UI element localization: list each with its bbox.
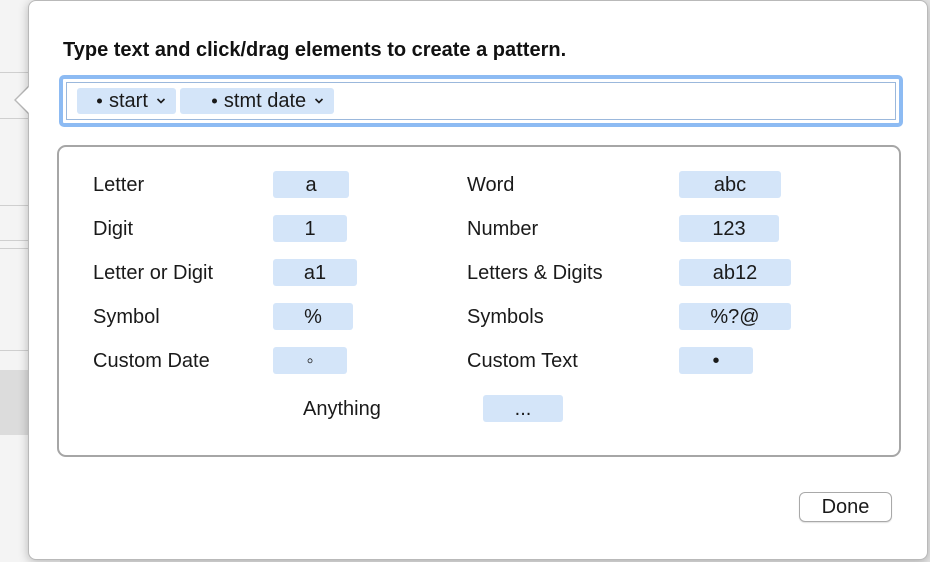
done-button[interactable]: Done: [799, 492, 892, 522]
pattern-token-start[interactable]: start: [77, 88, 176, 114]
pattern-popover: Type text and click/drag elements to cre…: [28, 0, 928, 560]
instruction-text: Type text and click/drag elements to cre…: [63, 39, 567, 61]
palette-label-number: Number: [467, 218, 539, 240]
pattern-element-palette: Letter a Digit 1 Letter or Digit a1 Symb…: [57, 145, 901, 457]
palette-label-word: Word: [467, 174, 515, 196]
palette-label-symbols: Symbols: [467, 306, 544, 328]
chevron-down-icon[interactable]: [156, 96, 166, 106]
bullet-icon: [211, 98, 217, 104]
palette-label-letters-and-digits: Letters & Digits: [467, 262, 603, 284]
pattern-field-content[interactable]: start stmt date: [66, 82, 896, 120]
chip-letter-or-digit[interactable]: a1: [273, 259, 357, 286]
palette-label-custom-text: Custom Text: [467, 350, 578, 372]
chip-symbol[interactable]: %: [273, 303, 353, 330]
token-label: stmt date: [223, 89, 307, 112]
palette-label-digit: Digit: [93, 218, 134, 240]
chip-digit[interactable]: 1: [273, 215, 347, 242]
chip-symbols[interactable]: %?@: [679, 303, 791, 330]
chip-letters-and-digits[interactable]: ab12: [679, 259, 791, 286]
palette-label-letter-or-digit: Letter or Digit: [93, 262, 214, 284]
chip-custom-text[interactable]: •: [679, 347, 753, 374]
token-label: start: [109, 89, 148, 112]
pattern-field[interactable]: start stmt date: [59, 75, 903, 127]
chip-number[interactable]: 123: [679, 215, 779, 242]
popover-arrow-fill: [16, 85, 31, 115]
chevron-down-icon[interactable]: [314, 96, 324, 106]
bullet-icon: [97, 98, 102, 104]
palette-label-symbol: Symbol: [93, 306, 160, 328]
palette-label-letter: Letter: [93, 174, 145, 196]
pattern-token-stmt-date[interactable]: stmt date: [179, 88, 335, 114]
chip-anything[interactable]: ...: [483, 395, 563, 422]
chip-custom-date[interactable]: ◦: [273, 347, 347, 374]
chip-letter[interactable]: a: [273, 171, 349, 198]
palette-label-anything: Anything: [303, 398, 381, 420]
chip-word[interactable]: abc: [679, 171, 781, 198]
palette-label-custom-date: Custom Date: [93, 350, 210, 372]
